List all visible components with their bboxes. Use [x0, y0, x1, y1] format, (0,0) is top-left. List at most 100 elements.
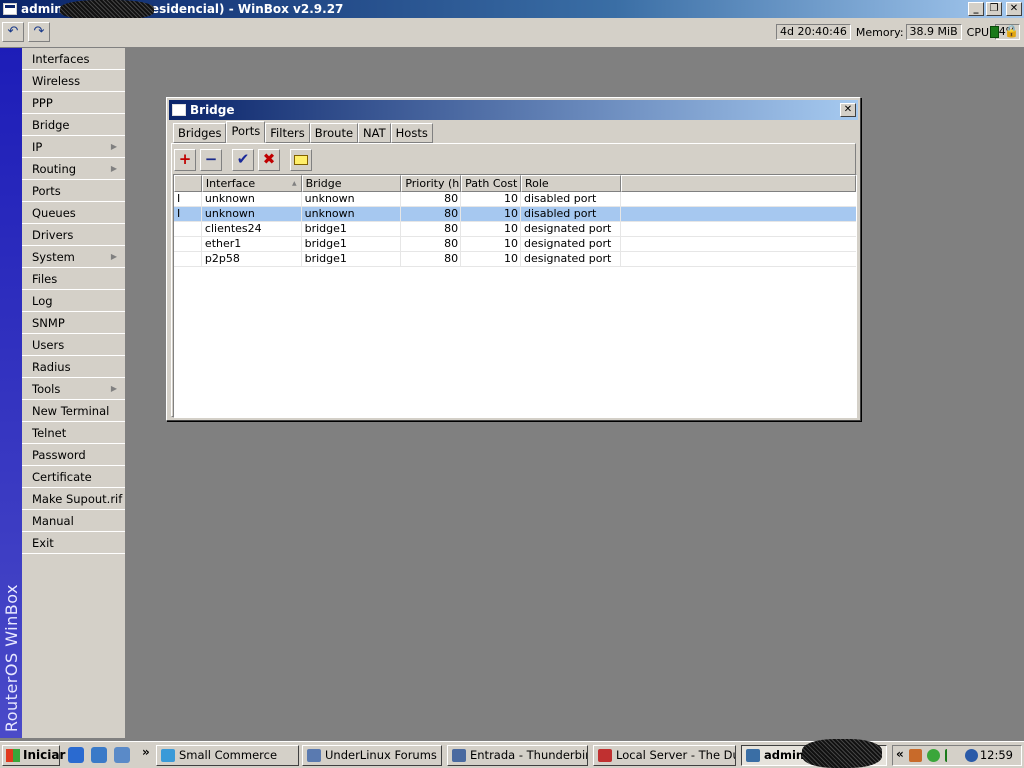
sidebar-item-radius[interactable]: Radius: [22, 356, 125, 378]
sidebar-item-ppp[interactable]: PPP: [22, 92, 125, 114]
comment-button[interactable]: [290, 149, 312, 171]
sidebar-item-system[interactable]: System ▶: [22, 246, 125, 268]
sidebar-item-interfaces[interactable]: Interfaces: [22, 48, 125, 70]
table-row[interactable]: p2p58 bridge1 80 10 designated port: [174, 252, 856, 267]
sidebar-item-files[interactable]: Files: [22, 268, 125, 290]
sidebar-item-new-terminal[interactable]: New Terminal: [22, 400, 125, 422]
sidebar-item-label: Make Supout.rif: [32, 492, 123, 506]
tab-hosts[interactable]: Hosts: [390, 123, 433, 143]
task-app-icon: [452, 749, 466, 762]
winbox-app-icon: [3, 3, 17, 15]
cell-path-cost: 10: [461, 207, 521, 222]
thunderbird-quicklaunch-icon[interactable]: [114, 747, 130, 763]
cell-priority: 80: [401, 207, 462, 222]
window-icon: [172, 104, 186, 116]
enable-button[interactable]: ✔: [232, 149, 254, 171]
column-header[interactable]: [174, 175, 202, 192]
redo-icon: ↷: [33, 24, 45, 39]
sidebar-item-certificate[interactable]: Certificate: [22, 466, 125, 488]
cell-flag: I: [174, 207, 202, 222]
taskbar-task[interactable]: UnderLinux Forums - ...: [302, 745, 442, 766]
sidebar-item-users[interactable]: Users: [22, 334, 125, 356]
table-row[interactable]: clientes24 bridge1 80 10 designated port: [174, 222, 856, 237]
remove-button[interactable]: −: [200, 149, 222, 171]
tab-filters[interactable]: Filters: [265, 123, 310, 143]
taskbar-task[interactable]: Entrada - Thunderbird: [447, 745, 588, 766]
column-header[interactable]: Interface ▲: [201, 175, 302, 192]
sidebar-menu: Interfaces Wireless PPP Bridge IP ▶ Routing ▶ Po…: [22, 48, 127, 738]
taskbar-task[interactable]: Small Commerce: [156, 745, 299, 766]
task-app-icon: [598, 749, 612, 762]
sidebar-item-telnet[interactable]: Telnet: [22, 422, 125, 444]
maximize-button[interactable]: ❐: [986, 2, 1002, 16]
sidebar-item-label: PPP: [32, 96, 53, 110]
quicklaunch-chevron[interactable]: »: [142, 745, 150, 759]
tab-ports[interactable]: Ports: [226, 121, 266, 143]
lock-icon[interactable]: 🔒: [1004, 24, 1019, 38]
start-button[interactable]: Iniciar: [2, 745, 65, 766]
sidebar-item-label: Certificate: [32, 470, 92, 484]
sidebar-item-make-supout-rif[interactable]: Make Supout.rif: [22, 488, 125, 510]
sidebar-item-ports[interactable]: Ports: [22, 180, 125, 202]
sidebar-item-bridge[interactable]: Bridge: [22, 114, 125, 136]
bridge-window-title-bar[interactable]: Bridge ✕: [169, 100, 858, 120]
disable-button[interactable]: ✖: [258, 149, 280, 171]
cell-flag: [174, 222, 202, 237]
task-label: Small Commerce: [179, 748, 278, 762]
bridge-close-button[interactable]: ✕: [840, 103, 856, 117]
sidebar-item-ip[interactable]: IP ▶: [22, 136, 125, 158]
sidebar-item-queues[interactable]: Queues: [22, 202, 125, 224]
bridge-window: Bridge ✕ Bridges Ports Filters Broute NAT Hos…: [166, 97, 861, 421]
sidebar-item-drivers[interactable]: Drivers: [22, 224, 125, 246]
sidebar-item-log[interactable]: Log: [22, 290, 125, 312]
sidebar-item-snmp[interactable]: SNMP: [22, 312, 125, 334]
cell-filler: [621, 252, 856, 267]
column-header[interactable]: Bridge: [301, 175, 402, 192]
tab-bridges[interactable]: Bridges: [173, 123, 227, 143]
sidebar-item-label: System: [32, 250, 75, 264]
undo-button[interactable]: ↶: [2, 22, 24, 42]
outlook-express-icon[interactable]: [91, 747, 107, 763]
sidebar-item-label: Wireless: [32, 74, 81, 88]
internet-explorer-icon[interactable]: [68, 747, 84, 763]
table-row[interactable]: ether1 bridge1 80 10 designated port: [174, 237, 856, 252]
sidebar-item-wireless[interactable]: Wireless: [22, 70, 125, 92]
sidebar-item-manual[interactable]: Manual: [22, 510, 125, 532]
submenu-arrow-icon: ▶: [110, 164, 117, 173]
submenu-arrow-icon: ▶: [110, 384, 117, 393]
tray-chevron[interactable]: «: [896, 747, 904, 761]
cell-filler: [621, 192, 856, 207]
cell-role: disabled port: [521, 207, 621, 222]
sidebar-item-routing[interactable]: Routing ▶: [22, 158, 125, 180]
cell-interface: ether1: [202, 237, 302, 252]
sidebar-item-exit[interactable]: Exit: [22, 532, 125, 554]
column-header[interactable]: Role: [520, 175, 621, 192]
redo-button[interactable]: ↷: [28, 22, 50, 42]
taskbar-task[interactable]: Local Server - The Du...: [593, 745, 736, 766]
flag-icon[interactable]: [945, 749, 958, 762]
sidebar-item-label: Log: [32, 294, 53, 308]
system-tray: « 12:59: [892, 745, 1022, 766]
tray-app-icon[interactable]: [909, 749, 922, 762]
table-row[interactable]: Iunknown unknown 80 10 disabled port: [174, 207, 856, 222]
tab-nat[interactable]: NAT: [358, 123, 391, 143]
minimize-button[interactable]: _: [968, 2, 984, 16]
check-icon: ✔: [236, 150, 250, 168]
column-header[interactable]: Path Cost: [461, 175, 521, 192]
column-header[interactable]: Priority (h...: [401, 175, 462, 192]
table-row[interactable]: Iunknown unknown 80 10 disabled port: [174, 192, 856, 207]
cell-bridge: bridge1: [302, 252, 402, 267]
info-icon[interactable]: [965, 749, 978, 762]
tab-broute[interactable]: Broute: [309, 123, 359, 143]
messenger-icon[interactable]: [927, 749, 940, 762]
task-label: admin: [764, 748, 805, 762]
column-header[interactable]: [620, 175, 856, 192]
cell-interface: clientes24: [202, 222, 302, 237]
sidebar-item-password[interactable]: Password: [22, 444, 125, 466]
cell-role: designated port: [521, 252, 621, 267]
add-button[interactable]: +: [174, 149, 196, 171]
sidebar-item-tools[interactable]: Tools ▶: [22, 378, 125, 400]
close-button[interactable]: ✕: [1006, 2, 1022, 16]
cell-priority: 80: [401, 237, 462, 252]
task-app-icon: [307, 749, 321, 762]
